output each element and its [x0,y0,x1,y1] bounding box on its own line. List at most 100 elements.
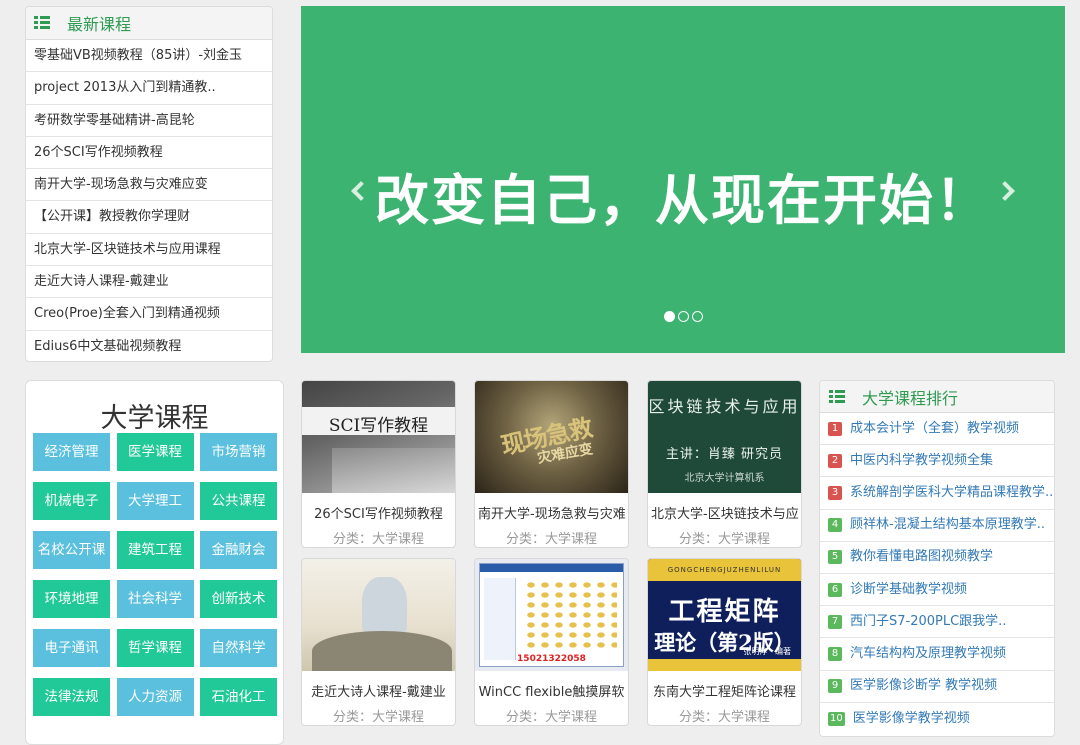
latest-course-item[interactable]: project 2013从入门到精通教.. [26,72,272,105]
category-button[interactable]: 名校公开课 [33,531,110,569]
category-button[interactable]: 环境地理 [33,580,110,618]
ranking-item-title[interactable]: 医学影像学教学视频 [853,703,970,735]
thumbnail-caption: 北京大学计算机系 [684,473,765,484]
latest-course-item[interactable]: 北京大学-区块链技术与应用课程 [26,234,272,267]
course-thumbnail[interactable]: 15021322058 [475,559,628,671]
ranking-item-title[interactable]: 诊断学基础教学视频 [850,574,967,605]
ranking-item-title[interactable]: 成本会计学（全套）教学视频 [850,413,1019,444]
category-button[interactable]: 创新技术 [200,580,277,618]
ranking-item-title[interactable]: 系统解剖学医科大学精品课程教学.. [850,477,1053,508]
ranking-item-title[interactable]: 教你看懂电路图视频教学 [850,542,993,573]
ranking-item-title[interactable]: 医学影像诊断学 教学视频 [850,671,997,702]
ranking-item[interactable]: 8 汽车结构构及原理教学视频 [820,638,1054,671]
category-button[interactable]: 医学课程 [116,433,194,471]
ranking-item[interactable]: 10 医学影像学教学视频 [820,703,1054,735]
ranking-item-title[interactable]: 顾祥林-混凝土结构基本原理教学.. [850,510,1045,541]
category-grid: 经济管理 医学课程 市场营销 机械电子 大学理工 公共课程 名校公开课 建筑工程… [26,433,283,716]
latest-course-item[interactable]: 走近大诗人课程-戴建业 [26,266,272,299]
ranking-item[interactable]: 6 诊断学基础教学视频 [820,574,1054,607]
rank-badge: 2 [828,453,842,468]
course-category: 分类：大学课程 [332,532,424,547]
thumbnail-caption: 区块链技术与应用 [648,397,801,416]
course-card[interactable]: 区块链技术与应用 主讲：肖臻 研究员 北京大学计算机系 北京大学-区块链技术与应… [647,380,802,548]
rank-badge: 10 [828,711,845,726]
category-button[interactable]: 石油化工 [200,678,277,716]
latest-course-item[interactable]: 考研数学零基础精讲-高昆轮 [26,105,272,137]
course-category: 分类：大学课程 [678,532,770,547]
banner-carousel[interactable]: 改变自己，从现在开始！ [301,6,1065,353]
course-title[interactable]: 北京大学-区块链技术与应 [648,503,801,522]
category-button[interactable]: 哲学课程 [116,629,194,667]
course-category: 分类：大学课程 [505,710,597,725]
course-card[interactable]: GONGCHENGJUZHENLILUN 工程矩阵 理论（第2版） 张明淳 · … [647,558,802,726]
course-thumbnail[interactable]: 区块链技术与应用 主讲：肖臻 研究员 北京大学计算机系 [648,381,801,493]
course-thumbnail[interactable] [302,559,455,671]
rank-badge: 4 [828,518,842,533]
category-button[interactable]: 经济管理 [33,433,110,471]
category-button[interactable]: 建筑工程 [116,531,194,569]
ranking-item[interactable]: 4 顾祥林-混凝土结构基本原理教学.. [820,510,1054,542]
ranking-title: 大学课程排行 [862,388,959,408]
category-button[interactable]: 法律法规 [33,678,110,716]
rank-badge: 8 [828,646,842,661]
carousel-next-button[interactable] [990,171,1020,211]
category-button[interactable]: 大学理工 [116,482,194,520]
category-button[interactable]: 社会科学 [116,580,194,618]
category-button[interactable]: 公共课程 [200,482,277,520]
course-category: 分类：大学课程 [505,532,597,547]
course-card[interactable]: SCI写作教程 26个SCI写作视频教程 分类：大学课程 [301,380,456,548]
ranking-header: 大学课程排行 [820,381,1054,413]
university-courses-title: 大学课程 [100,403,209,434]
rank-badge: 5 [828,550,842,565]
latest-courses-panel: 最新课程 零基础VB视频教程（85讲）-刘金玉 project 2013从入门到… [25,6,273,362]
latest-course-item[interactable]: 南开大学-现场急救与灾难应变 [26,169,272,202]
latest-courses-title: 最新课程 [67,15,132,34]
category-button[interactable]: 机械电子 [33,482,110,520]
course-card[interactable]: 走近大诗人课程-戴建业 分类：大学课程 [301,558,456,726]
rank-badge: 9 [828,679,842,694]
carousel-dot[interactable] [677,311,689,322]
list-icon [829,389,845,404]
banner-slogan: 改变自己，从现在开始！ [375,169,991,232]
category-button[interactable]: 人力资源 [116,678,194,716]
latest-course-item[interactable]: 26个SCI写作视频教程 [26,137,272,170]
ranking-item[interactable]: 5 教你看懂电路图视频教学 [820,542,1054,574]
course-thumbnail[interactable]: 现场急救 灾难应变 [475,381,628,493]
course-card[interactable]: 现场急救 灾难应变 南开大学-现场急救与灾难 分类：大学课程 [474,380,629,548]
thumbnail-caption: 工程矩阵 [668,597,781,627]
category-button[interactable]: 市场营销 [200,433,277,471]
thumbnail-caption: 主讲：肖臻 研究员 [665,447,784,462]
ranking-item[interactable]: 1 成本会计学（全套）教学视频 [820,413,1054,446]
category-button[interactable]: 自然科学 [200,629,277,667]
course-card[interactable]: 15021322058 WinCC flexible触摸屏软 分类：大学课程 [474,558,629,726]
ranking-item-title[interactable]: 西门子S7-200PLC跟我学.. [850,606,1006,637]
rank-badge: 3 [828,485,842,500]
ranking-item-title[interactable]: 中医内科学教学视频全集 [850,445,993,476]
latest-course-item[interactable]: 【公开课】教授教你学理财 [26,201,272,234]
course-title[interactable]: 26个SCI写作视频教程 [302,503,455,522]
course-thumbnail[interactable]: SCI写作教程 [302,381,455,493]
course-category: 分类：大学课程 [332,710,424,725]
carousel-dot[interactable] [691,311,703,322]
ranking-item[interactable]: 2 中医内科学教学视频全集 [820,445,1054,478]
latest-course-item[interactable]: Edius6中文基础视频教程 [26,331,272,363]
course-ranking-panel: 大学课程排行 1 成本会计学（全套）教学视频 2 中医内科学教学视频全集 3 系统解剖学医… [819,380,1055,737]
ranking-item-title[interactable]: 汽车结构构及原理教学视频 [850,638,1006,669]
university-courses-panel: 大学课程 经济管理 医学课程 市场营销 机械电子 大学理工 公共课程 名校公开课… [25,380,284,745]
thumbnail-caption: GONGCHENGJUZHENLILUN [648,559,801,581]
category-button[interactable]: 电子通讯 [33,629,110,667]
ranking-item[interactable]: 9 医学影像诊断学 教学视频 [820,671,1054,703]
course-thumbnail[interactable]: GONGCHENGJUZHENLILUN 工程矩阵 理论（第2版） 张明淳 · … [648,559,801,671]
course-title[interactable]: 走近大诗人课程-戴建业 [302,681,455,700]
latest-course-item[interactable]: Creo(Proe)全套入门到精通视频 [26,298,272,331]
course-title[interactable]: WinCC flexible触摸屏软 [475,681,628,700]
course-category: 分类：大学课程 [678,710,770,725]
ranking-item[interactable]: 3 系统解剖学医科大学精品课程教学.. [820,477,1054,510]
latest-course-item[interactable]: 零基础VB视频教程（85讲）-刘金玉 [26,40,272,73]
category-button[interactable]: 金融财会 [200,531,277,569]
rank-badge: 7 [828,614,842,629]
carousel-dot[interactable] [663,311,675,322]
ranking-item[interactable]: 7 西门子S7-200PLC跟我学.. [820,606,1054,639]
course-title[interactable]: 东南大学工程矩阵论课程 [648,681,801,700]
course-title[interactable]: 南开大学-现场急救与灾难 [475,503,628,522]
